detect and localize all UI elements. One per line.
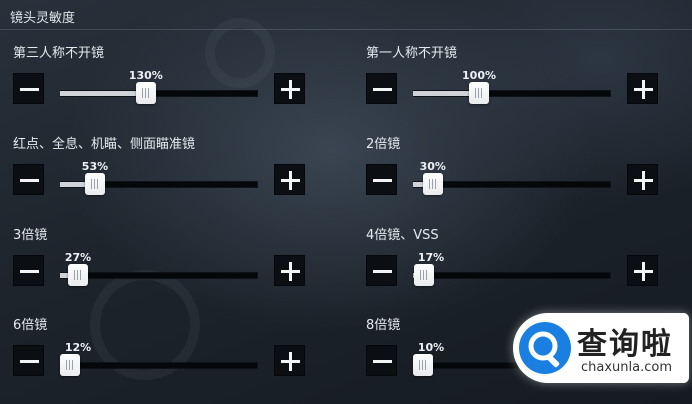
minus-icon: [20, 88, 39, 91]
slider-thumb[interactable]: [60, 354, 80, 376]
setting-label: 第一人称不开镜: [366, 46, 458, 61]
section-title: 镜头灵敏度: [10, 11, 76, 26]
slider-track: [60, 362, 258, 369]
slider-fill: [60, 91, 146, 96]
plus-icon-vertical: [642, 80, 645, 99]
percent-value: 53%: [81, 160, 109, 173]
sensitivity-setting: 2倍镜 30%: [366, 133, 692, 223]
increase-button[interactable]: [274, 345, 305, 376]
plus-icon-vertical: [642, 171, 645, 190]
slider-thumb[interactable]: [135, 82, 156, 104]
slider-thumb[interactable]: [67, 264, 88, 286]
minus-icon: [373, 88, 392, 91]
percent-value: 30%: [419, 160, 446, 173]
plus-icon-vertical: [642, 262, 645, 281]
percent-value: 100%: [462, 69, 496, 82]
percent-value: 17%: [417, 251, 445, 264]
plus-icon-vertical: [289, 262, 292, 281]
slider-thumb[interactable]: [414, 264, 435, 286]
sensitivity-setting: 4倍镜、VSS 17%: [366, 224, 692, 314]
minus-icon: [20, 360, 39, 363]
sensitivity-slider[interactable]: [60, 82, 258, 108]
decrease-button[interactable]: [366, 255, 397, 286]
sensitivity-setting: 3倍镜 27%: [13, 224, 343, 314]
sensitivity-slider[interactable]: [60, 354, 258, 380]
increase-button[interactable]: [274, 164, 305, 195]
setting-label: 3倍镜: [13, 228, 48, 243]
watermark-name: 查询啦: [577, 327, 673, 362]
increase-button[interactable]: [627, 255, 658, 286]
increase-button[interactable]: [627, 73, 658, 104]
sensitivity-setting: 第三人称不开镜 130%: [13, 42, 343, 132]
decrease-button[interactable]: [366, 345, 397, 376]
slider-thumb[interactable]: [84, 173, 105, 195]
minus-icon: [373, 179, 392, 182]
increase-button[interactable]: [274, 255, 305, 286]
percent-value: 27%: [64, 251, 92, 264]
sensitivity-setting: 第一人称不开镜 100%: [366, 42, 692, 132]
sensitivity-slider[interactable]: [60, 173, 258, 199]
minus-icon: [20, 179, 39, 182]
decrease-button[interactable]: [13, 73, 44, 104]
setting-label: 红点、全息、机瞄、侧面瞄准镜: [13, 137, 196, 152]
decrease-button[interactable]: [13, 345, 44, 376]
slider-track: [413, 272, 611, 279]
sensitivity-slider[interactable]: [60, 264, 258, 290]
header: 镜头灵敏度: [0, 0, 692, 30]
slider-track: [60, 272, 258, 279]
setting-label: 6倍镜: [13, 318, 48, 333]
watermark: 查询啦 chaxunla.com: [513, 313, 689, 383]
plus-icon-vertical: [289, 80, 292, 99]
decrease-button[interactable]: [13, 164, 44, 195]
setting-label: 4倍镜、VSS: [366, 228, 439, 243]
decrease-button[interactable]: [366, 164, 397, 195]
setting-label: 第三人称不开镜: [13, 46, 105, 61]
sensitivity-slider[interactable]: [413, 173, 611, 199]
sensitivity-setting: 红点、全息、机瞄、侧面瞄准镜 53%: [13, 133, 343, 223]
minus-icon: [373, 360, 392, 363]
percent-value: 130%: [128, 69, 163, 82]
percent-value: 10%: [417, 341, 445, 354]
increase-button[interactable]: [274, 73, 305, 104]
plus-icon-vertical: [289, 352, 292, 371]
minus-icon: [373, 270, 392, 273]
slider-thumb[interactable]: [422, 173, 443, 195]
plus-icon-vertical: [289, 171, 292, 190]
slider-thumb[interactable]: [413, 354, 433, 376]
increase-button[interactable]: [627, 164, 658, 195]
setting-label: 2倍镜: [366, 137, 401, 152]
setting-label: 8倍镜: [366, 318, 401, 333]
decrease-button[interactable]: [366, 73, 397, 104]
minus-icon: [20, 270, 39, 273]
magnifier-logo-icon: [519, 322, 571, 374]
decrease-button[interactable]: [13, 255, 44, 286]
sensitivity-slider[interactable]: [413, 82, 611, 108]
sensitivity-slider[interactable]: [413, 264, 611, 290]
percent-value: 12%: [64, 341, 92, 354]
sensitivity-setting: 6倍镜 12%: [13, 314, 343, 404]
watermark-domain: chaxunla.com: [581, 360, 672, 375]
slider-thumb[interactable]: [469, 82, 489, 104]
